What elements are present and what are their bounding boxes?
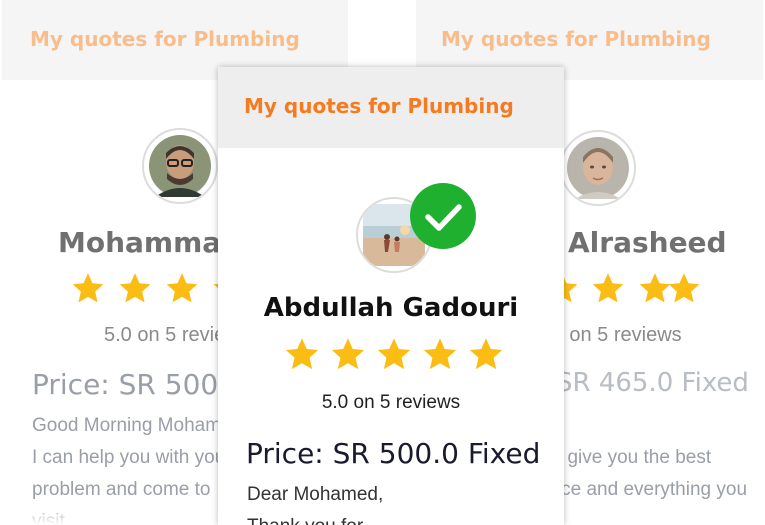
star-icon bbox=[592, 273, 624, 303]
star-icon bbox=[668, 273, 700, 303]
star-icon bbox=[119, 273, 151, 303]
star-icon bbox=[469, 338, 503, 370]
avatar-photo bbox=[149, 135, 211, 197]
message-line: Thank you for bbox=[247, 511, 363, 525]
quote-price: SR 465.0 Fixed bbox=[556, 368, 749, 398]
provider-name: Mohammad bbox=[58, 226, 242, 259]
provider-name: Abdullah Gadouri bbox=[263, 293, 519, 323]
avatar-photo bbox=[567, 137, 629, 199]
star-icon bbox=[331, 338, 365, 370]
card-title: My quotes for Plumbing bbox=[30, 27, 300, 51]
provider-name: Alrasheed bbox=[568, 226, 727, 259]
card-header: My quotes for Plumbing bbox=[218, 67, 564, 148]
message-line: Dear Mohamed, bbox=[247, 484, 384, 505]
star-icon bbox=[377, 338, 411, 370]
quote-price: Price: SR 500.0 Fixed bbox=[246, 437, 541, 470]
star-icon bbox=[72, 273, 104, 303]
card-title: My quotes for Plumbing bbox=[244, 94, 514, 118]
avatar bbox=[560, 130, 636, 206]
avatar bbox=[142, 128, 218, 204]
star-icon bbox=[285, 338, 319, 370]
review-summary: 5.0 on 5 reviews bbox=[321, 392, 461, 413]
card-title: My quotes for Plumbing bbox=[441, 27, 711, 51]
message-line: problem and come to bbox=[32, 479, 211, 500]
message-line: I can help you with your bbox=[32, 447, 232, 468]
quote-card-selected[interactable]: My quotes for Plumbing Abdullah Gadouri … bbox=[218, 67, 564, 525]
star-icon bbox=[166, 273, 198, 303]
star-icon bbox=[423, 338, 457, 370]
check-circle-icon bbox=[410, 183, 476, 249]
message-line: Good Morning Mohamed, bbox=[32, 415, 248, 436]
